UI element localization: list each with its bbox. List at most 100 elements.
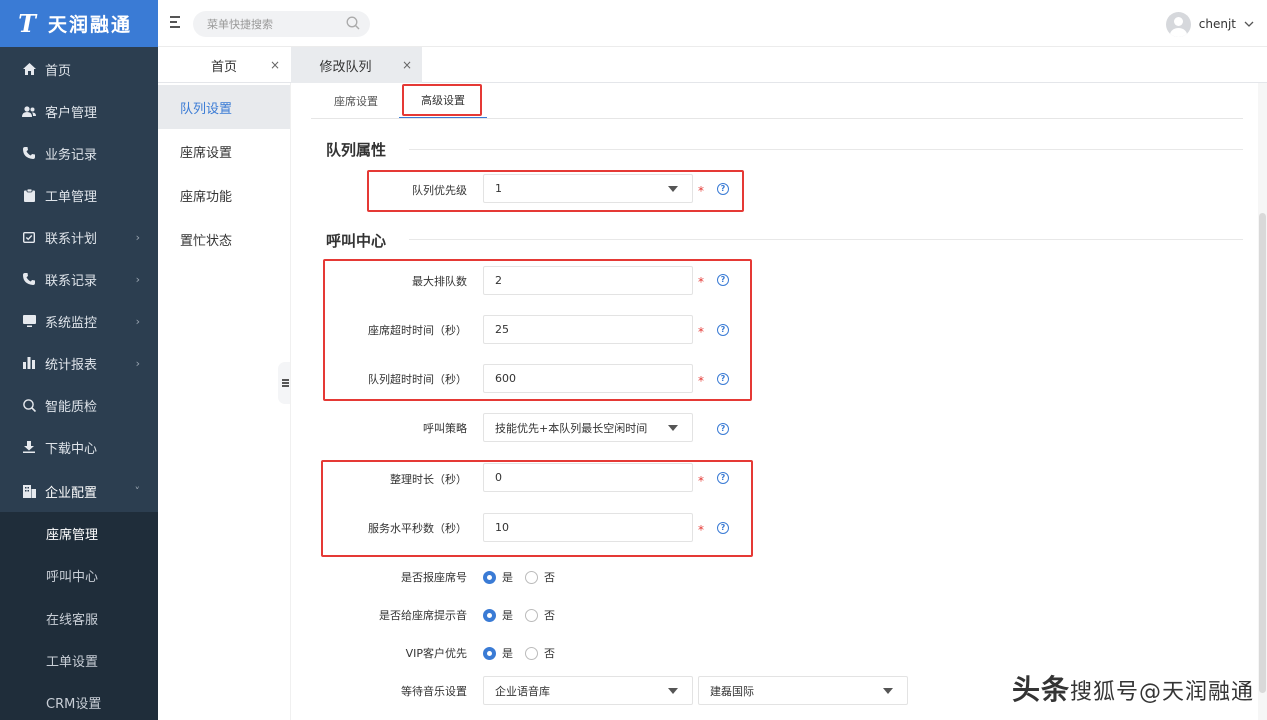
priority-select[interactable]: 1 [483, 174, 693, 203]
tab-home[interactable]: 首页 × [158, 47, 290, 83]
required-mark: * [698, 325, 704, 339]
radio-no[interactable] [525, 570, 538, 584]
section-title-queue-properties: 队列属性 [326, 141, 387, 159]
radio-yes[interactable] [483, 608, 496, 622]
brand-logo[interactable]: T 天润融通 [0, 0, 158, 47]
chevron-right-icon: › [135, 314, 140, 328]
sidebar-item-monitoring[interactable]: 系统监控 › [0, 300, 158, 342]
building-icon [22, 484, 36, 498]
submenu-item-call-center[interactable]: 呼叫中心 [0, 554, 158, 596]
top-header: chenjt [158, 0, 1267, 47]
watermark-line1: 头条 [1012, 673, 1071, 706]
agent-tone-label: 是否给座席提示音 [379, 609, 467, 622]
watermark: 头条搜狐号@天润融通 [1012, 668, 1254, 708]
help-icon[interactable]: ? [717, 274, 729, 286]
service-level-input[interactable]: 10 [483, 513, 693, 542]
section-title-call-center: 呼叫中心 [326, 232, 387, 250]
sidebar-item-enterprise-config[interactable]: 企业配置 ˅ [0, 470, 158, 512]
sidebar-item-label: 客户管理 [45, 105, 98, 121]
sidebar-item-customers[interactable]: 客户管理 [0, 90, 158, 132]
sidebar-item-contact-records[interactable]: 联系记录 › [0, 258, 158, 300]
help-icon[interactable]: ? [717, 324, 729, 336]
chevron-right-icon: › [135, 272, 140, 286]
report-agent-no-label: 是否报座席号 [401, 571, 467, 584]
call-strategy-select[interactable]: 技能优先+本队列最长空闲时间 [483, 413, 693, 442]
help-icon[interactable]: ? [717, 183, 729, 195]
priority-label: 队列优先级 [412, 184, 467, 197]
hold-music-library-value: 企业语音库 [495, 684, 550, 698]
chevron-right-icon: › [135, 230, 140, 244]
help-icon[interactable]: ? [717, 472, 729, 484]
radio-yes[interactable] [483, 646, 496, 660]
tab-label: 首页 [210, 59, 237, 75]
sidebar-item-label: 业务记录 [45, 147, 98, 163]
caret-down-icon [668, 186, 678, 192]
calendar-check-icon [22, 230, 36, 244]
help-icon[interactable]: ? [717, 522, 729, 534]
menu-toggle-icon[interactable] [170, 16, 180, 30]
sidebar-item-downloads[interactable]: 下载中心 [0, 426, 158, 468]
submenu-item-crm-settings[interactable]: CRM设置 [0, 681, 158, 720]
priority-value: 1 [495, 182, 502, 195]
subnav-item-agent-settings[interactable]: 座席设置 [158, 129, 290, 173]
agent-timeout-input[interactable]: 25 [483, 315, 693, 344]
avatar[interactable] [1165, 11, 1191, 37]
caret-down-icon [668, 425, 678, 431]
sidebar-item-label: 首页 [45, 63, 72, 79]
radio-label: 是 [502, 647, 513, 660]
max-queue-input[interactable]: 2 [483, 266, 693, 295]
radio-yes[interactable] [483, 570, 496, 584]
required-mark: * [698, 374, 704, 388]
phone-icon [22, 272, 36, 286]
close-icon[interactable]: × [402, 58, 412, 72]
section-divider [409, 149, 1243, 150]
radio-no[interactable] [525, 608, 538, 622]
submenu-item-online-service[interactable]: 在线客服 [0, 597, 158, 639]
scrollbar-thumb[interactable] [1259, 213, 1266, 693]
vip-priority-label: VIP客户优先 [405, 647, 467, 660]
chevron-down-icon[interactable] [1244, 17, 1254, 31]
submenu-item-ticket-settings[interactable]: 工单设置 [0, 639, 158, 681]
sidebar-item-label: 系统监控 [45, 315, 98, 331]
sidebar-item-quality[interactable]: 智能质检 [0, 384, 158, 426]
subnav-item-agent-functions[interactable]: 座席功能 [158, 173, 290, 217]
sidebar-item-tickets[interactable]: 工单管理 [0, 174, 158, 216]
submenu-item-agent-management[interactable]: 座席管理 [0, 512, 158, 554]
tab-underline-divider [311, 118, 1243, 119]
sidebar-item-contact-plan[interactable]: 联系计划 › [0, 216, 158, 258]
user-menu[interactable]: chenjt [1165, 11, 1254, 37]
scrollbar[interactable] [1258, 83, 1267, 720]
required-mark: * [698, 275, 704, 289]
help-icon[interactable]: ? [717, 373, 729, 385]
tab-edit-queue[interactable]: 修改队列 × [291, 47, 422, 83]
bar-chart-icon [22, 356, 36, 370]
watermark-line2: 搜狐号@天润融通 [1070, 680, 1255, 705]
radio-no[interactable] [525, 646, 538, 660]
subnav-item-queue-settings[interactable]: 队列设置 [158, 85, 290, 129]
radio-label: 是 [502, 609, 513, 622]
sidebar-item-business-records[interactable]: 业务记录 [0, 132, 158, 174]
sidebar-item-label: 企业配置 [45, 485, 98, 501]
hold-music-track-select[interactable]: 建磊国际 [698, 676, 908, 705]
wrapup-input[interactable]: 0 [483, 463, 693, 492]
sidebar-item-reports[interactable]: 统计报表 › [0, 342, 158, 384]
sidebar-item-home[interactable]: 首页 [0, 48, 158, 90]
username[interactable]: chenjt [1199, 17, 1236, 31]
search-icon[interactable] [346, 16, 360, 30]
radio-label: 否 [544, 571, 555, 584]
help-icon[interactable]: ? [717, 423, 729, 435]
queue-timeout-input[interactable]: 600 [483, 364, 693, 393]
tab-agent-settings[interactable]: 座席设置 [321, 83, 391, 119]
radio-label: 是 [502, 571, 513, 584]
subnav-item-busy-status[interactable]: 置忙状态 [158, 217, 290, 261]
menu-search-input[interactable] [207, 17, 337, 31]
submenu-enterprise-config: 座席管理 呼叫中心 在线客服 工单设置 CRM设置 [0, 512, 158, 720]
wrapup-label: 整理时长（秒） [390, 473, 467, 486]
section-divider [409, 239, 1243, 240]
hold-music-track-value: 建磊国际 [710, 684, 754, 698]
brand-name: 天润融通 [48, 14, 133, 36]
service-level-label: 服务水平秒数（秒） [368, 522, 467, 535]
close-icon[interactable]: × [270, 58, 280, 72]
hold-music-library-select[interactable]: 企业语音库 [483, 676, 693, 705]
hold-music-label: 等待音乐设置 [401, 685, 467, 698]
